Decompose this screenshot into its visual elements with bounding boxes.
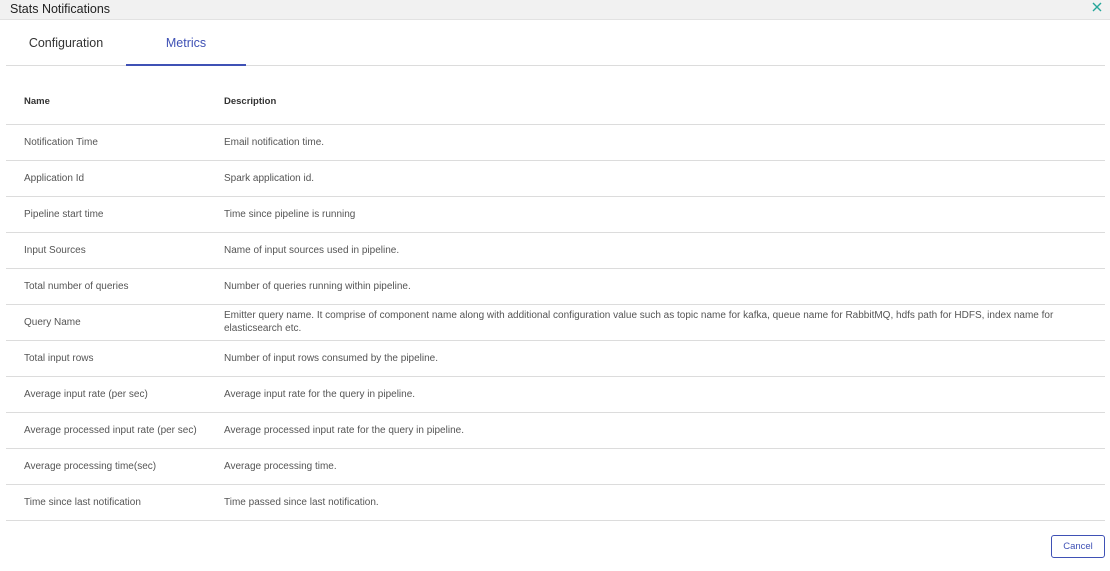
metric-name: Query Name	[6, 304, 224, 341]
close-icon[interactable]	[1090, 0, 1104, 14]
table-row: Query Name Emitter query name. It compri…	[6, 304, 1105, 341]
metrics-table: Name Description Notification Time Email…	[6, 80, 1105, 521]
table-row: Pipeline start time Time since pipeline …	[6, 196, 1105, 233]
metric-description: Average processing time.	[224, 448, 1105, 485]
metric-description: Emitter query name. It comprise of compo…	[224, 304, 1105, 341]
dialog-titlebar: Stats Notifications	[0, 0, 1110, 20]
table-row: Average input rate (per sec) Average inp…	[6, 376, 1105, 413]
metric-description: Number of input rows consumed by the pip…	[224, 340, 1105, 377]
table-row: Total input rows Number of input rows co…	[6, 340, 1105, 377]
table-row: Input Sources Name of input sources used…	[6, 232, 1105, 269]
table-row: Time since last notification Time passed…	[6, 484, 1105, 521]
metric-name: Application Id	[6, 160, 224, 197]
table-row: Average processing time(sec) Average pro…	[6, 448, 1105, 485]
metric-description: Time since pipeline is running	[224, 196, 1105, 233]
tab-bar: Configuration Metrics	[6, 20, 1105, 66]
metric-description: Name of input sources used in pipeline.	[224, 232, 1105, 269]
column-header-description: Description	[224, 80, 1105, 125]
metric-description: Spark application id.	[224, 160, 1105, 197]
table-row: Notification Time Email notification tim…	[6, 124, 1105, 161]
table-row: Average processed input rate (per sec) A…	[6, 412, 1105, 449]
dialog-title: Stats Notifications	[10, 2, 111, 16]
metric-name: Notification Time	[6, 124, 224, 161]
tab-metrics[interactable]: Metrics	[126, 20, 246, 66]
metric-name: Average processed input rate (per sec)	[6, 412, 224, 449]
column-header-name: Name	[6, 80, 224, 125]
metric-name: Average input rate (per sec)	[6, 376, 224, 413]
metric-description: Average input rate for the query in pipe…	[224, 376, 1105, 413]
metric-name: Time since last notification	[6, 484, 224, 521]
metric-description: Email notification time.	[224, 124, 1105, 161]
metric-name: Average processing time(sec)	[6, 448, 224, 485]
tab-configuration[interactable]: Configuration	[6, 20, 126, 66]
metric-name: Pipeline start time	[6, 196, 224, 233]
metric-description: Average processed input rate for the que…	[224, 412, 1105, 449]
metric-name: Total input rows	[6, 340, 224, 377]
metrics-table-container: Name Description Notification Time Email…	[6, 80, 1105, 521]
table-row: Total number of queries Number of querie…	[6, 268, 1105, 305]
metric-name: Input Sources	[6, 232, 224, 269]
metric-description: Time passed since last notification.	[224, 484, 1105, 521]
table-row: Application Id Spark application id.	[6, 160, 1105, 197]
table-header-row: Name Description	[6, 80, 1105, 125]
cancel-button[interactable]: Cancel	[1051, 535, 1105, 558]
metric-description: Number of queries running within pipelin…	[224, 268, 1105, 305]
metric-name: Total number of queries	[6, 268, 224, 305]
